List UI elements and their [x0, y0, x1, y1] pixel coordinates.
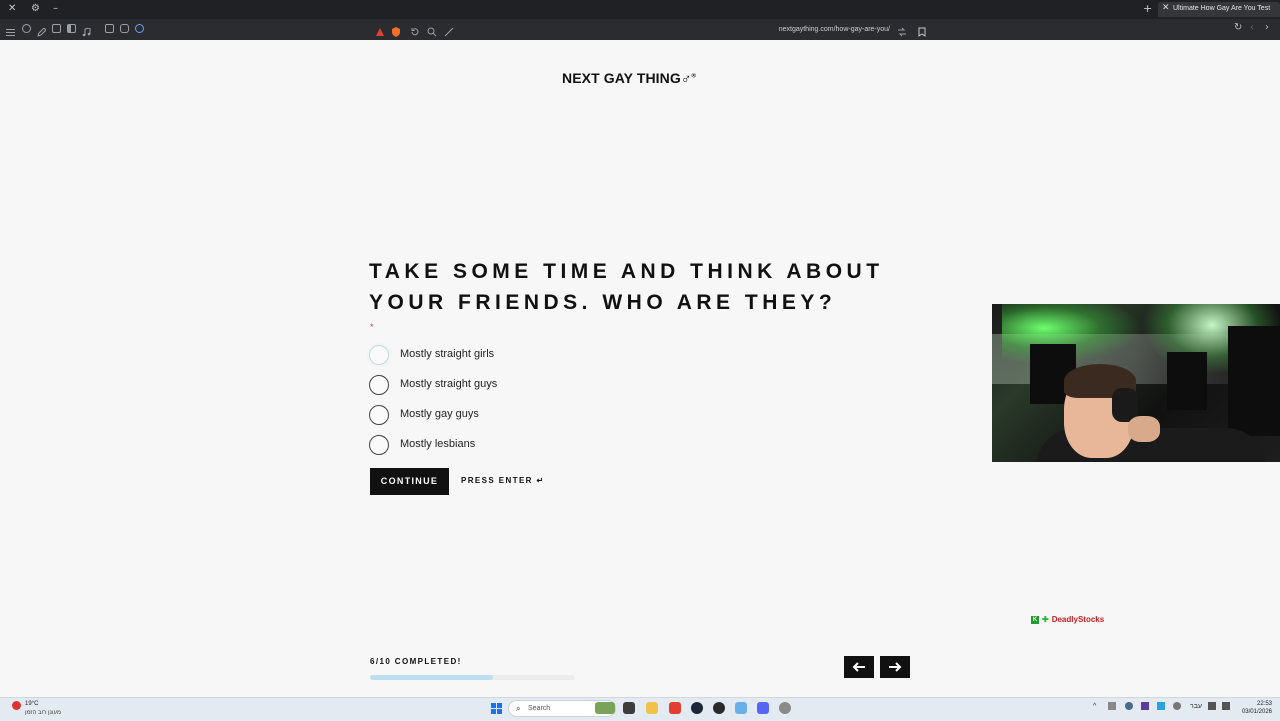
continue-button[interactable]: CONTINUE: [370, 468, 449, 495]
plus-icon: ✚: [1042, 615, 1049, 624]
forward-icon[interactable]: ›: [1265, 22, 1269, 33]
audio-icon[interactable]: [135, 24, 144, 33]
clock-time: 22:53: [1256, 701, 1272, 707]
registered-mark: ®: [691, 73, 697, 80]
clock-date: 03/01/2026: [1241, 709, 1272, 715]
location-icon[interactable]: [22, 24, 31, 33]
radio-button[interactable]: [369, 375, 389, 395]
tab-title: Ultimate How Gay Are You Test: [1173, 5, 1271, 12]
minimize-icon[interactable]: –: [53, 3, 58, 15]
screenshot-icon[interactable]: [105, 24, 114, 33]
pen-icon[interactable]: [37, 24, 47, 37]
arrow-left-icon: [852, 659, 866, 675]
tab-close-icon[interactable]: ✕: [1162, 3, 1170, 13]
progress-fill: [370, 675, 493, 680]
windows-start-icon[interactable]: [491, 703, 502, 714]
settings-icon[interactable]: ⚙: [31, 3, 40, 15]
steam-icon[interactable]: [691, 702, 703, 714]
male-symbol-icon: ♂: [680, 70, 692, 86]
language-indicator[interactable]: עבר: [1190, 703, 1202, 710]
site-logo[interactable]: NEXT GAY THING♂®: [562, 70, 696, 86]
bookmark-icon[interactable]: [917, 24, 927, 37]
discord-icon[interactable]: [757, 702, 769, 714]
press-enter-hint: PRESS ENTER ↵: [461, 476, 545, 485]
translate-icon[interactable]: [897, 24, 907, 37]
required-marker: *: [370, 322, 374, 332]
question-line-1: TAKE SOME TIME AND THINK ABOUT: [369, 260, 884, 283]
file-explorer-icon[interactable]: [646, 702, 658, 714]
no-draw-icon[interactable]: [444, 24, 454, 37]
option-label: Mostly straight guys: [400, 378, 498, 390]
active-tab[interactable]: ✕ Ultimate How Gay Are You Test: [1158, 2, 1280, 17]
extensions-icon[interactable]: [120, 24, 129, 33]
settings-app-icon[interactable]: [779, 702, 791, 714]
arrow-right-icon: [888, 659, 902, 675]
weather-temp: 19°C: [25, 701, 39, 707]
tray-app-icon[interactable]: [1125, 702, 1133, 710]
question-title: TAKE SOME TIME AND THINK ABOUT YOUR FRIE…: [369, 256, 929, 318]
weather-desc: מעונן רוב הזמן: [25, 710, 61, 716]
widgets-icon[interactable]: [595, 702, 615, 714]
option-mostly-lesbians[interactable]: Mostly lesbians: [369, 435, 669, 457]
weather-icon: [12, 701, 21, 710]
back-history-icon[interactable]: [410, 24, 420, 36]
logo-text: NEXT GAY THING: [562, 70, 681, 86]
progress-text: 6/10 COMPLETED!: [370, 657, 462, 666]
acoustic-panel: [1228, 326, 1280, 436]
person-hand: [1128, 416, 1160, 442]
back-icon[interactable]: ‹: [1250, 22, 1254, 33]
brave-rewards-icon[interactable]: [375, 24, 385, 36]
kick-logo-icon: K: [1031, 615, 1039, 624]
search-icon: ⌕: [516, 704, 521, 713]
progress-bar: [370, 675, 575, 680]
previous-question-button[interactable]: [844, 656, 874, 678]
obs-icon[interactable]: [713, 702, 725, 714]
microphone-icon[interactable]: [1173, 702, 1181, 710]
radio-button[interactable]: [369, 405, 389, 425]
brave-shields-icon[interactable]: [391, 24, 401, 37]
streamer-tag: K ✚ DeadlyStocks: [1031, 615, 1104, 624]
address-bar-url[interactable]: nextgaything.com/how-gay-are-you/: [700, 26, 890, 33]
tray-app-icon[interactable]: [1141, 702, 1149, 710]
brave-browser-icon[interactable]: [669, 702, 681, 714]
task-view-icon[interactable]: [623, 702, 635, 714]
acoustic-panel: [1167, 352, 1207, 410]
zoom-icon[interactable]: [427, 24, 437, 37]
tray-app-icon[interactable]: [1108, 702, 1116, 710]
browser-titlebar: ✕ ⚙ – + ✕ Ultimate How Gay Are You Test: [0, 0, 1280, 19]
radio-button[interactable]: [369, 435, 389, 455]
option-mostly-straight-guys[interactable]: Mostly straight guys: [369, 375, 669, 397]
option-label: Mostly lesbians: [400, 438, 476, 450]
reader-icon[interactable]: [52, 24, 61, 33]
option-label: Mostly straight girls: [400, 348, 495, 360]
question-line-2: YOUR FRIENDS. WHO ARE THEY?: [369, 291, 837, 314]
next-question-button[interactable]: [880, 656, 910, 678]
close-window-icon[interactable]: ✕: [8, 3, 16, 15]
clock[interactable]: 22:53 03/01/2026: [1236, 700, 1272, 716]
reload-icon[interactable]: ↻: [1234, 22, 1242, 33]
volume-icon[interactable]: [1222, 702, 1230, 710]
sidebar-icon[interactable]: [67, 24, 76, 33]
streamer-name: DeadlyStocks: [1051, 615, 1105, 624]
tray-app-icon[interactable]: [1157, 702, 1165, 710]
tray-overflow-icon[interactable]: ^: [1093, 703, 1096, 710]
webcam-overlay: [992, 304, 1280, 462]
option-mostly-gay-guys[interactable]: Mostly gay guys: [369, 405, 669, 427]
radio-button[interactable]: [369, 345, 389, 365]
search-placeholder: Search: [528, 705, 551, 712]
new-tab-button[interactable]: +: [1143, 2, 1152, 15]
app-icon[interactable]: [735, 702, 747, 714]
browser-toolbar: nextgaything.com/how-gay-are-you/ ↻ ‹ ›: [0, 19, 1280, 40]
wifi-icon[interactable]: [1208, 702, 1216, 710]
menu-icon[interactable]: [6, 24, 15, 36]
option-label: Mostly gay guys: [400, 408, 479, 420]
option-mostly-straight-girls[interactable]: Mostly straight girls: [369, 345, 669, 367]
windows-taskbar: 19°C מעונן רוב הזמן ⌕ Search ^ עבר 22:53…: [0, 697, 1280, 721]
music-icon[interactable]: [82, 24, 91, 37]
